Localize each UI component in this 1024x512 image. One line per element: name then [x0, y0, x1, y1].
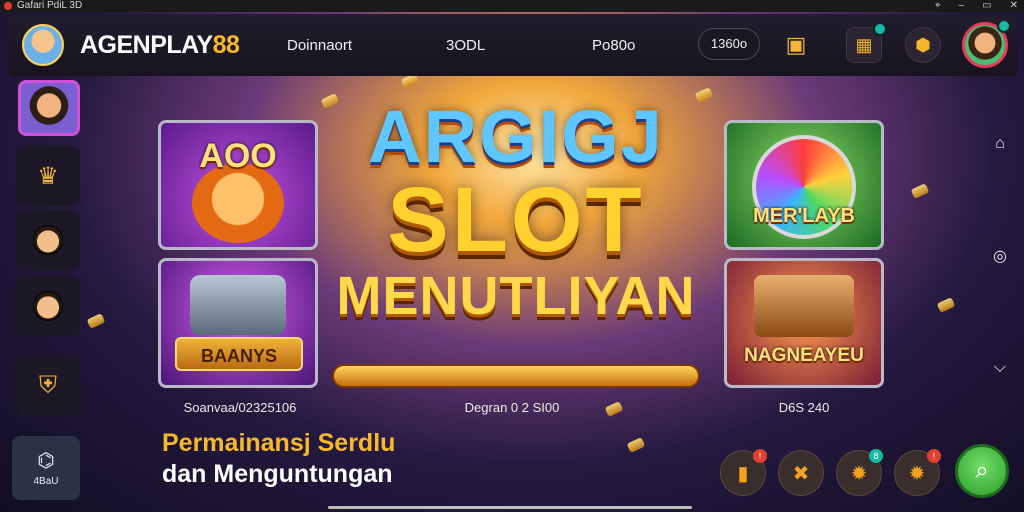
sidebar-friend-button[interactable]	[16, 276, 80, 336]
sidebar-bottom-button[interactable]: ⌬ 4BaU	[12, 436, 80, 500]
promo-line-2: dan Menguntungan	[162, 460, 393, 488]
sidebar-friend-button[interactable]	[16, 210, 80, 270]
brand-avatar-logo[interactable]	[22, 24, 64, 66]
game-title-banner[interactable]: ARGIGJ SLOT MENUTLIYAN	[326, 100, 706, 390]
gamepad-icon: ⌬	[37, 449, 55, 472]
brand-main-text: AGENPLAY	[80, 31, 213, 59]
coin-decoration	[936, 297, 956, 313]
tile-caption: MER'LAYB	[753, 205, 855, 227]
search-button[interactable]: ⌕	[955, 444, 1009, 498]
cash-stack-art	[754, 275, 854, 337]
nav-link-2[interactable]: 3ODL	[446, 37, 485, 54]
metal-drum-art	[190, 275, 286, 335]
close-icon[interactable]: ✕	[1010, 0, 1018, 12]
brand-accent-text: 88	[212, 31, 240, 59]
gear-icon: ✹	[850, 462, 868, 485]
game-tile-4[interactable]: NAGNEAYEU	[724, 258, 884, 388]
home-indicator-bar[interactable]	[328, 506, 692, 509]
center-caption: Degran 0 2 SI00	[464, 400, 560, 415]
notification-badge	[873, 22, 887, 36]
location-icon[interactable]: ⌖	[935, 0, 941, 12]
tools-icon: ✖	[792, 462, 810, 485]
avatar-face-icon	[33, 291, 63, 321]
window-title: Gafari PdiL 3D	[17, 0, 83, 11]
game-tile-2[interactable]: BAANYS	[158, 258, 318, 388]
title-line-3: MENUTLIYAN	[336, 266, 696, 326]
shield-emblem-icon: ⛨	[39, 372, 57, 399]
notification-badge	[997, 19, 1011, 33]
top-bar: AGENPLAY88 Doinnaort 3ODL Po80o 1360o ▣ …	[8, 14, 1018, 76]
brand-logo[interactable]: AGENPLAY88	[80, 31, 240, 60]
title-line-2: SLOT	[387, 169, 645, 271]
title-line-1: ARGIGJ	[368, 95, 664, 178]
gift-icon: ▮	[737, 462, 749, 485]
notification-badge: !	[753, 449, 767, 463]
app-icon	[4, 2, 12, 10]
game-tile-1[interactable]: AOO	[158, 120, 318, 250]
sidebar-crown-button[interactable]: ♛	[16, 146, 80, 206]
window-titlebar: Gafari PdiL 3D ⌖ – ▭ ✕	[0, 0, 1024, 12]
home-icon[interactable]: ⌂	[976, 124, 1024, 164]
gear-icon: ✹	[908, 462, 926, 485]
back-icon[interactable]: ⌵	[976, 348, 1024, 388]
treasure-chest-icon[interactable]: ▣	[778, 27, 814, 63]
calendar-icon[interactable]: ▦	[846, 22, 887, 63]
tile-caption: AOO	[199, 137, 277, 175]
nav-link-3[interactable]: Po80o	[592, 37, 635, 54]
tile-caption: BAANYS	[175, 337, 303, 371]
balance-pill[interactable]: 1360o	[698, 28, 760, 60]
game-lobby-screen: Gafari PdiL 3D ⌖ – ▭ ✕ AGENPLAY88 Doinna…	[0, 0, 1024, 512]
sidebar-emblem-button[interactable]: ⛨	[16, 356, 80, 416]
promo-line-1: Permainansj Serdlu	[162, 429, 396, 457]
coin-decoration	[604, 401, 624, 417]
sidebar-bottom-label: 4BaU	[33, 475, 59, 487]
user-avatar[interactable]	[962, 19, 1011, 68]
tile-label: D6S 240	[778, 400, 830, 415]
coin-decoration	[626, 437, 646, 453]
search-icon: ⌕	[975, 457, 989, 484]
crown-icon: ♛	[37, 162, 59, 190]
notification-badge: !	[927, 449, 941, 463]
settings-gear-icon[interactable]: ⬢	[905, 27, 941, 63]
coin-decoration	[910, 183, 930, 199]
tile-label: Soanvaa/02325106	[183, 400, 297, 415]
notification-badge: 8	[869, 449, 883, 463]
minimize-icon[interactable]: –	[959, 0, 965, 12]
nav-link-1[interactable]: Doinnaort	[287, 37, 352, 54]
coin-decoration	[86, 313, 106, 329]
sidebar-profile-avatar[interactable]	[18, 80, 80, 136]
tile-caption: NAGNEAYEU	[744, 345, 864, 366]
avatar-face-icon	[33, 225, 63, 255]
promo-text: Permainansj Serdlu dan Menguntungan	[162, 428, 395, 490]
settings-button[interactable]: ✹ 8	[836, 449, 883, 496]
tools-button[interactable]: ✖	[778, 450, 824, 496]
gift-button[interactable]: ▮ !	[720, 449, 767, 496]
game-tile-3[interactable]: MER'LAYB	[724, 120, 884, 250]
restore-icon[interactable]: ▭	[982, 0, 991, 12]
options-button[interactable]: ✹ !	[894, 449, 941, 496]
screenshot-icon[interactable]: ◎	[976, 236, 1024, 276]
